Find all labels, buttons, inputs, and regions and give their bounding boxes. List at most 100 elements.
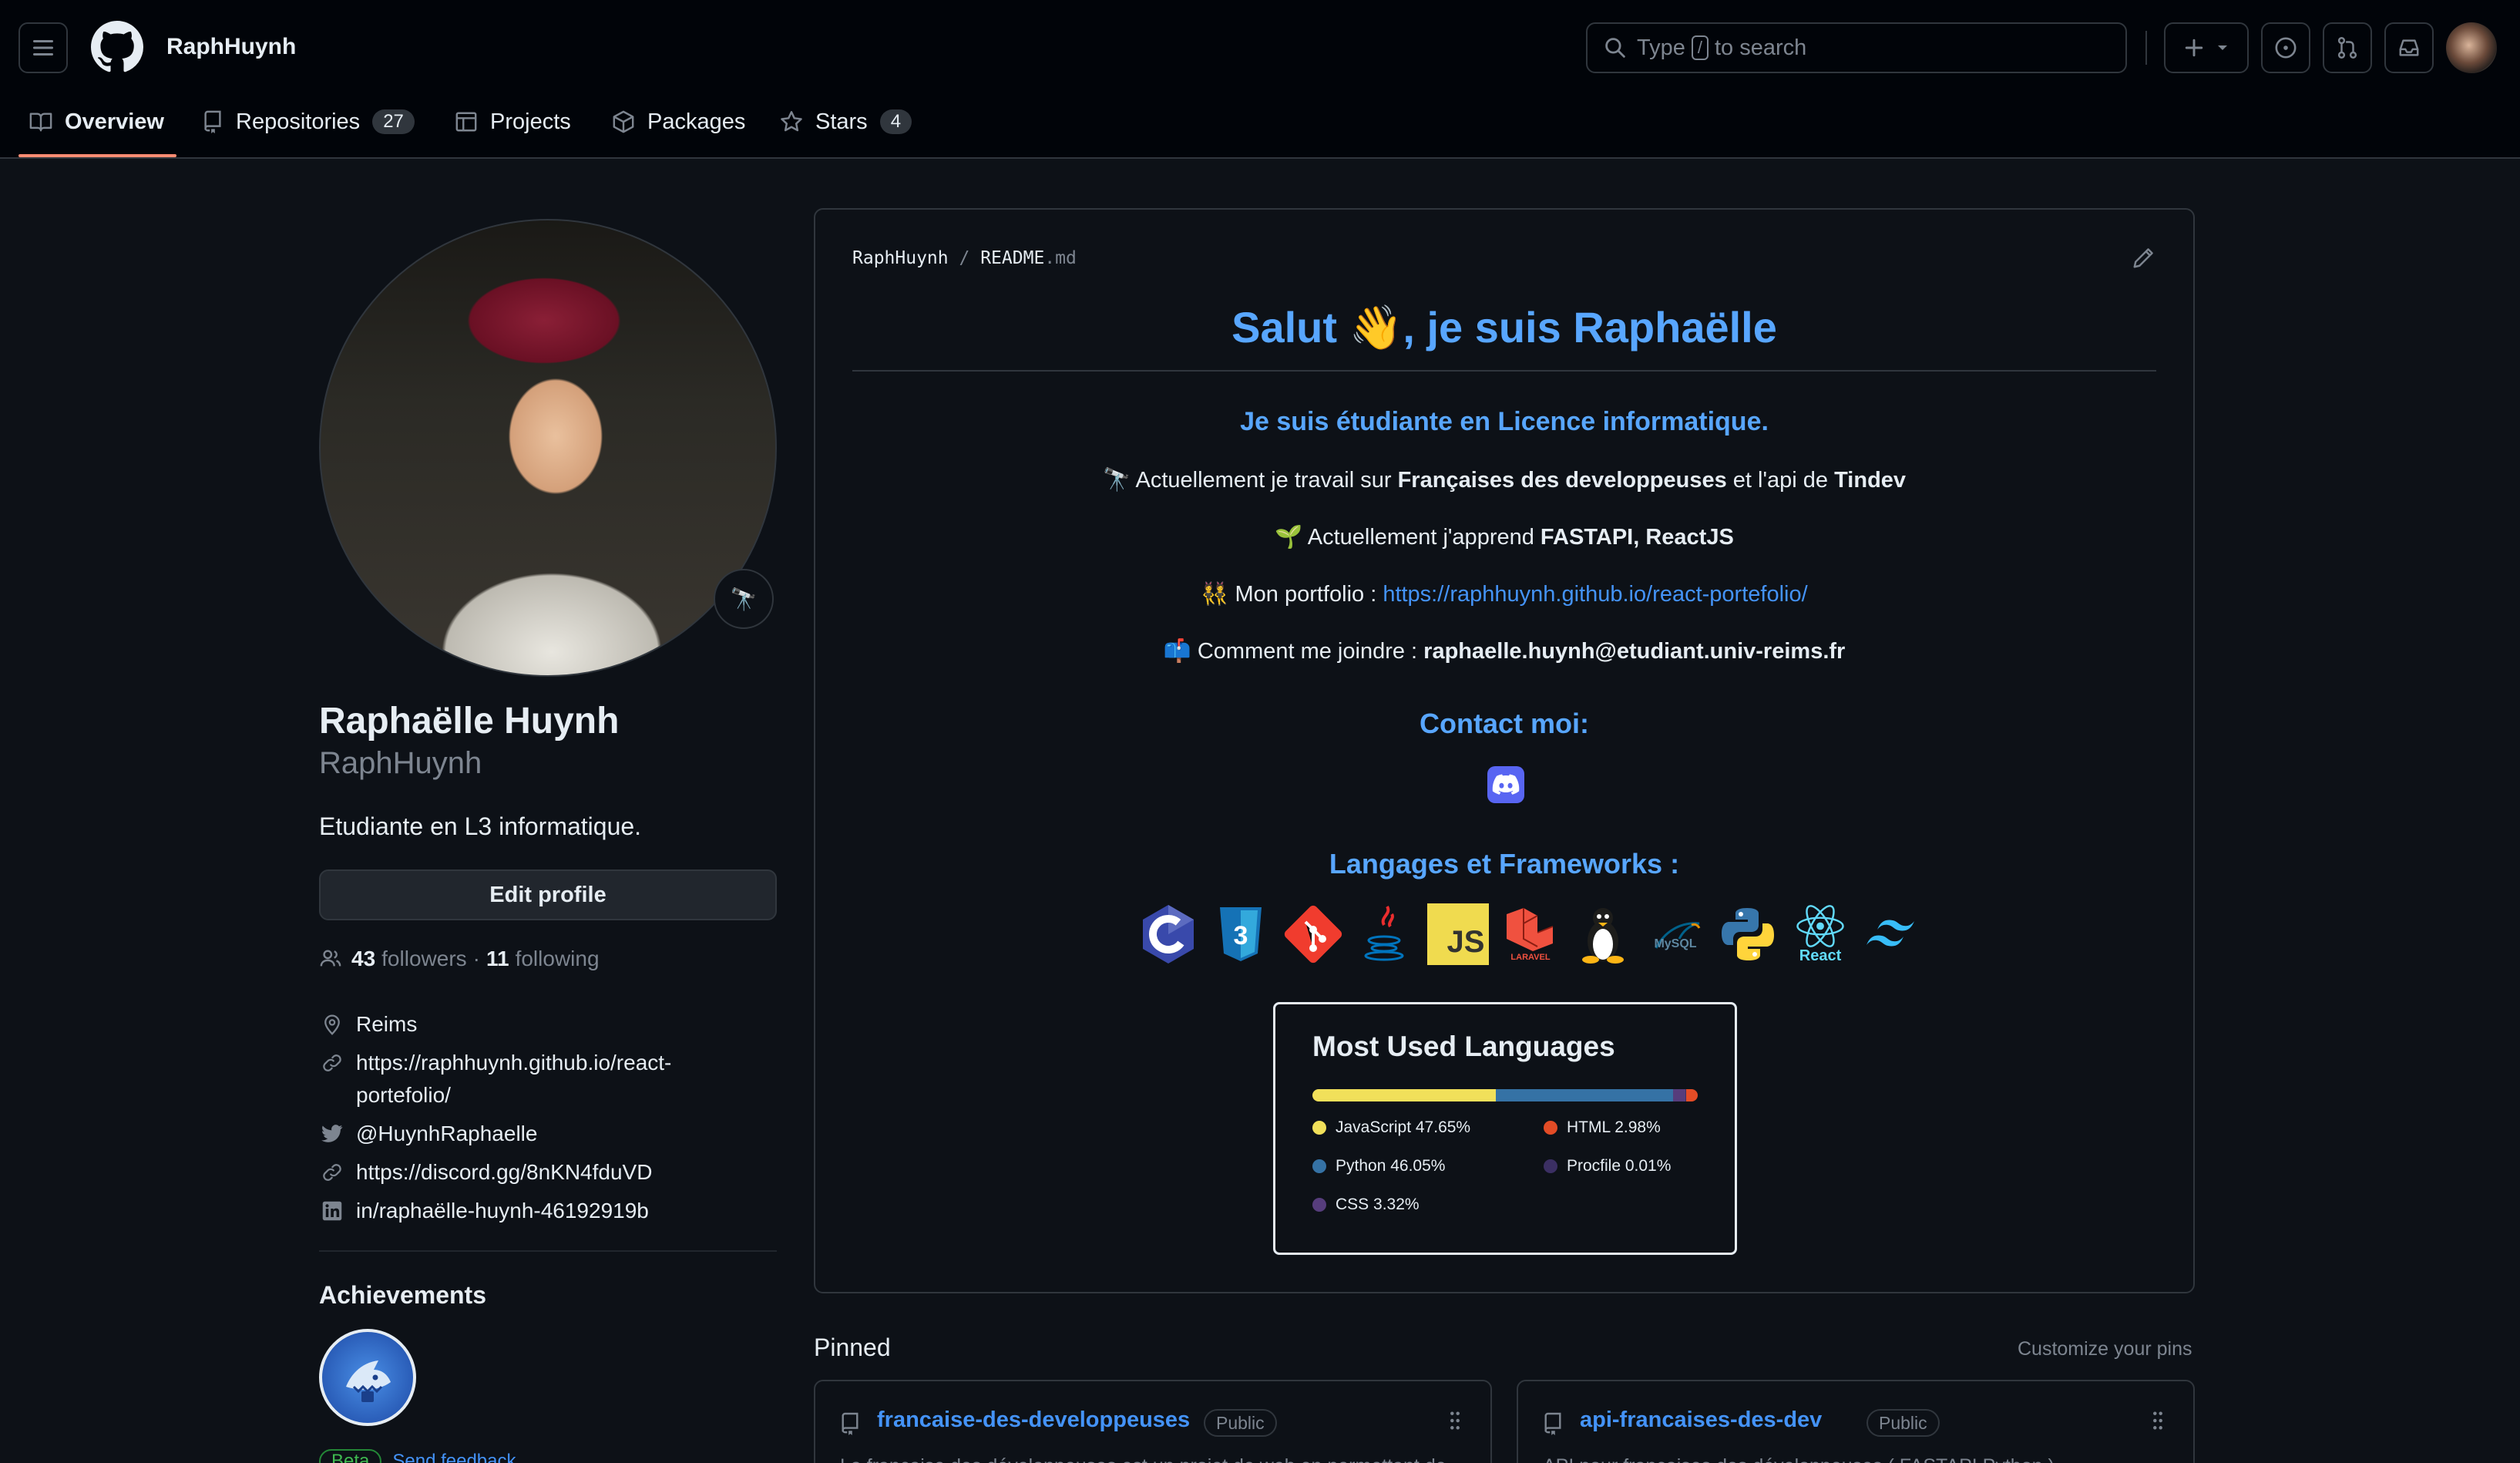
discord-link[interactable]: https://discord.gg/8nKN4fduVD [356,1156,652,1189]
send-feedback-link[interactable]: Send feedback [392,1451,516,1463]
stars-count: 4 [879,109,912,134]
profile-readme: RaphHuynh / README.md Salut 👋, je suis R… [814,208,2195,1293]
sidebar-divider [319,1250,777,1252]
line1-prefix: 🔭 Actuellement je travail sur [1102,468,1398,493]
css3-icon: 3 [1210,903,1272,965]
pinned-repo-description: API pour francaises des développeuses ( … [1543,1455,2172,1463]
language-label: HTML 2.98% [1567,1118,1661,1136]
language-label: Procfile 0.01% [1567,1157,1672,1175]
svg-text:3: 3 [1234,921,1248,950]
user-avatar-menu[interactable] [2446,22,2497,73]
react-icon-text: React [1799,947,1842,964]
issues-button[interactable] [2261,22,2310,73]
visibility-badge: Public [1866,1409,1940,1437]
achievements-heading[interactable]: Achievements [319,1281,486,1310]
pull-requests-button[interactable] [2323,22,2372,73]
header-username[interactable]: RaphHuynh [166,34,296,60]
profile-avatar[interactable] [319,219,777,677]
line4-prefix: 📫 Comment me joindre : [1163,639,1424,664]
languages-card-title: Most Used Languages [1312,1031,1615,1062]
edit-readme-button[interactable] [2132,247,2155,270]
profile-login: RaphHuynh [319,746,482,780]
linux-icon [1572,903,1634,965]
language-label: Python 46.05% [1336,1157,1446,1175]
website-link-line2[interactable]: portefolio/ [356,1079,671,1112]
readme-path-separator: / [959,248,970,268]
readme-line-portfolio: 👯 Mon portfolio : https://raphhuynh.gith… [852,581,2156,607]
website-link-line1[interactable]: https://raphhuynh.github.io/react- [356,1047,671,1079]
create-new-button[interactable] [2164,22,2249,73]
beta-badge: Beta [319,1449,382,1463]
line3-prefix: 👯 Mon portfolio : [1201,582,1383,607]
language-item: HTML 2.98% [1544,1118,1661,1137]
js-icon-text: JS [1446,924,1485,959]
discord-icon[interactable] [1487,766,1524,803]
git-icon [1282,903,1344,965]
star-icon [780,110,803,133]
readme-heading: Salut 👋, je suis Raphaëlle [852,302,2156,372]
readme-path-user[interactable]: RaphHuynh [852,248,949,268]
tab-projects[interactable]: Projects [455,100,571,143]
edit-profile-button[interactable]: Edit profile [319,869,777,920]
table-icon [455,110,478,133]
twitter-handle[interactable]: @HuynhRaphaelle [356,1118,537,1150]
set-status-button[interactable]: 🔭 [714,569,774,629]
react-icon: React [1789,903,1851,965]
link-icon [319,1156,345,1189]
profile-full-name: Raphaëlle Huynh [319,701,620,742]
laravel-icon-text: LARAVEL [1510,953,1551,962]
laravel-icon: LARAVEL [1500,903,1561,965]
followers-link[interactable]: 43 followers [351,947,467,971]
search-prefix: Type [1637,35,1685,60]
language-bar-segment [1495,1089,1673,1101]
twitter-item[interactable]: @HuynhRaphaelle [319,1118,537,1150]
tech-icons-row: 3 JS LARAVEL MySQL React [1137,903,1924,965]
readme-subheading: Je suis étudiante en Licence informatiqu… [1240,407,1769,436]
website-item[interactable]: https://raphhuynh.github.io/react- porte… [319,1047,671,1112]
line1-api: Tindev [1834,468,1907,493]
twitter-icon [319,1118,345,1150]
tab-stars[interactable]: Stars 4 [780,100,912,143]
menu-button[interactable] [18,22,68,73]
achievement-shark-badge[interactable] [319,1329,416,1426]
tab-projects-label: Projects [490,109,571,134]
language-dot [1544,1159,1557,1173]
tab-repositories[interactable]: Repositories 27 [202,100,415,143]
language-dot [1312,1121,1326,1135]
search-input[interactable]: Type / to search [1586,22,2127,73]
readme-line-working-on: 🔭 Actuellement je travail sur Françaises… [852,467,2156,493]
tab-overview[interactable]: Overview [29,100,164,143]
linkedin-link[interactable]: in/raphaëlle-huynh-46192919b [356,1195,649,1227]
hamburger-icon [32,39,55,57]
profile-bio: Etudiante en L3 informatique. [319,812,642,840]
language-item: Procfile 0.01% [1544,1157,1671,1175]
language-item: CSS 3.32% [1312,1196,1420,1214]
language-item: Python 46.05% [1312,1157,1445,1175]
discord-item[interactable]: https://discord.gg/8nKN4fduVD [319,1156,652,1189]
header-divider [2145,31,2147,65]
drag-handle-icon[interactable] [1449,1411,1461,1431]
pinned-repo-name[interactable]: francaise-des-developpeuses [877,1408,1190,1433]
location-item: Reims [319,1008,417,1041]
inbox-button[interactable] [2384,22,2434,73]
customize-pins-link[interactable]: Customize your pins [2018,1338,2192,1360]
repositories-count: 27 [372,109,415,134]
pinned-repo-name[interactable]: api-francaises-des-dev [1580,1408,1822,1433]
caret-down-icon [2216,44,2229,52]
tab-packages[interactable]: Packages [612,100,745,143]
readme-path: RaphHuynh / README.md [852,248,1077,268]
following-link[interactable]: 11 following [486,947,600,971]
repo-icon [202,110,223,133]
line1-project: Françaises des developpeuses [1397,468,1727,493]
portfolio-link[interactable]: https://raphhuynh.github.io/react-portef… [1383,582,1807,607]
status-emoji-icon: 🔭 [730,587,758,611]
language-label: JavaScript 47.65% [1336,1118,1471,1136]
linkedin-item[interactable]: in/raphaëlle-huynh-46192919b [319,1195,649,1227]
github-logo-icon[interactable] [91,21,143,73]
follow-separator: · [472,947,480,970]
line2-tech: FASTAPI, ReactJS [1540,525,1734,550]
javascript-icon: JS [1427,903,1489,965]
repo-icon [1543,1412,1563,1435]
followers-label: followers [381,947,467,970]
drag-handle-icon[interactable] [2152,1411,2164,1431]
